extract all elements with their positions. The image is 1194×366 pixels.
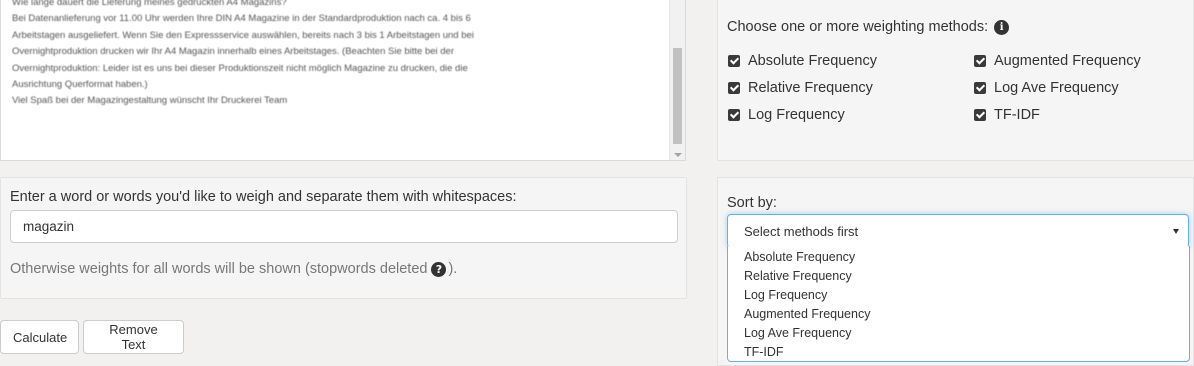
sort-option[interactable]: Log Frequency	[728, 286, 1189, 305]
sort-option[interactable]: TF-IDF	[728, 343, 1189, 362]
words-input[interactable]	[10, 210, 678, 243]
checkbox-checked-icon[interactable]	[974, 55, 986, 67]
sort-option[interactable]: Absolute Frequency	[728, 248, 1189, 267]
text-line: Overnightproduktion drucken wir Ihr A4 M…	[12, 46, 455, 58]
text-line: Viel Spaß bei der Magazingestaltung wüns…	[12, 95, 288, 107]
checkbox-label: Log Frequency	[748, 107, 845, 123]
checkbox-absolute-frequency[interactable]: Absolute Frequency	[728, 53, 877, 69]
caret-down-icon[interactable]	[1173, 229, 1179, 234]
sort-select[interactable]: Select methods first	[727, 214, 1189, 248]
words-help-before: Otherwise weights for all words will be …	[10, 261, 428, 277]
sort-dropdown-list: Absolute Frequency Relative Frequency Lo…	[727, 246, 1190, 362]
checkbox-log-ave-frequency[interactable]: Log Ave Frequency	[974, 80, 1119, 96]
checkbox-checked-icon[interactable]	[974, 109, 986, 121]
words-label: Enter a word or words you'd like to weig…	[10, 189, 517, 205]
checkbox-label: Log Ave Frequency	[994, 80, 1119, 96]
sort-option[interactable]: Augmented Frequency	[728, 305, 1189, 324]
text-line: Ausrichtung Querformat haben.)	[12, 79, 148, 91]
methods-title-text: Choose one or more weighting methods:	[727, 19, 989, 35]
checkbox-relative-frequency[interactable]: Relative Frequency	[728, 80, 873, 96]
text-line: Bei Datenanlieferung vor 11.00 Uhr werde…	[12, 13, 471, 25]
question-circle-icon[interactable]: ?	[431, 261, 447, 277]
checkbox-checked-icon[interactable]	[728, 55, 740, 67]
sort-label: Sort by:	[727, 195, 777, 211]
text-input-area[interactable]: Wie lange dauert die Lieferung meines ge…	[0, 0, 686, 161]
calculate-button[interactable]: Calculate	[0, 320, 79, 354]
checkbox-checked-icon[interactable]	[974, 82, 986, 94]
text-line: Overnightproduktion: Leider ist es uns b…	[12, 62, 468, 74]
remove-text-button[interactable]: Remove Text	[83, 320, 184, 354]
checkbox-label: Augmented Frequency	[994, 53, 1141, 69]
checkbox-tf-idf[interactable]: TF-IDF	[974, 107, 1040, 123]
checkbox-label: Absolute Frequency	[748, 53, 877, 69]
words-help-text: Otherwise weights for all words will be …	[10, 261, 457, 277]
text-line: Wie lange dauert die Lieferung meines ge…	[12, 0, 287, 8]
scroll-down-arrow-icon[interactable]	[674, 153, 682, 157]
checkbox-label: Relative Frequency	[748, 80, 873, 96]
checkbox-checked-icon[interactable]	[728, 82, 740, 94]
checkbox-log-frequency[interactable]: Log Frequency	[728, 107, 845, 123]
sort-option[interactable]: Log Ave Frequency	[728, 324, 1189, 343]
info-circle-icon[interactable]: i	[994, 19, 1010, 35]
text-scrollbar[interactable]	[669, 0, 685, 160]
text-content: Wie lange dauert die Lieferung meines ge…	[1, 0, 685, 110]
text-line: Arbeitstagen ausgeliefert. Wenn Sie den …	[12, 29, 474, 41]
scrollbar-thumb[interactable]	[673, 48, 682, 144]
checkbox-label: TF-IDF	[994, 107, 1040, 123]
checkbox-checked-icon[interactable]	[728, 109, 740, 121]
checkbox-augmented-frequency[interactable]: Augmented Frequency	[974, 53, 1141, 69]
sort-selected-value: Select methods first	[744, 224, 859, 239]
sort-option[interactable]: Relative Frequency	[728, 267, 1189, 286]
methods-panel: Choose one or more weighting methods: i …	[717, 0, 1194, 161]
words-panel: Enter a word or words you'd like to weig…	[0, 177, 687, 299]
methods-title: Choose one or more weighting methods: i	[727, 19, 1010, 35]
words-help-after: ).	[448, 261, 458, 277]
